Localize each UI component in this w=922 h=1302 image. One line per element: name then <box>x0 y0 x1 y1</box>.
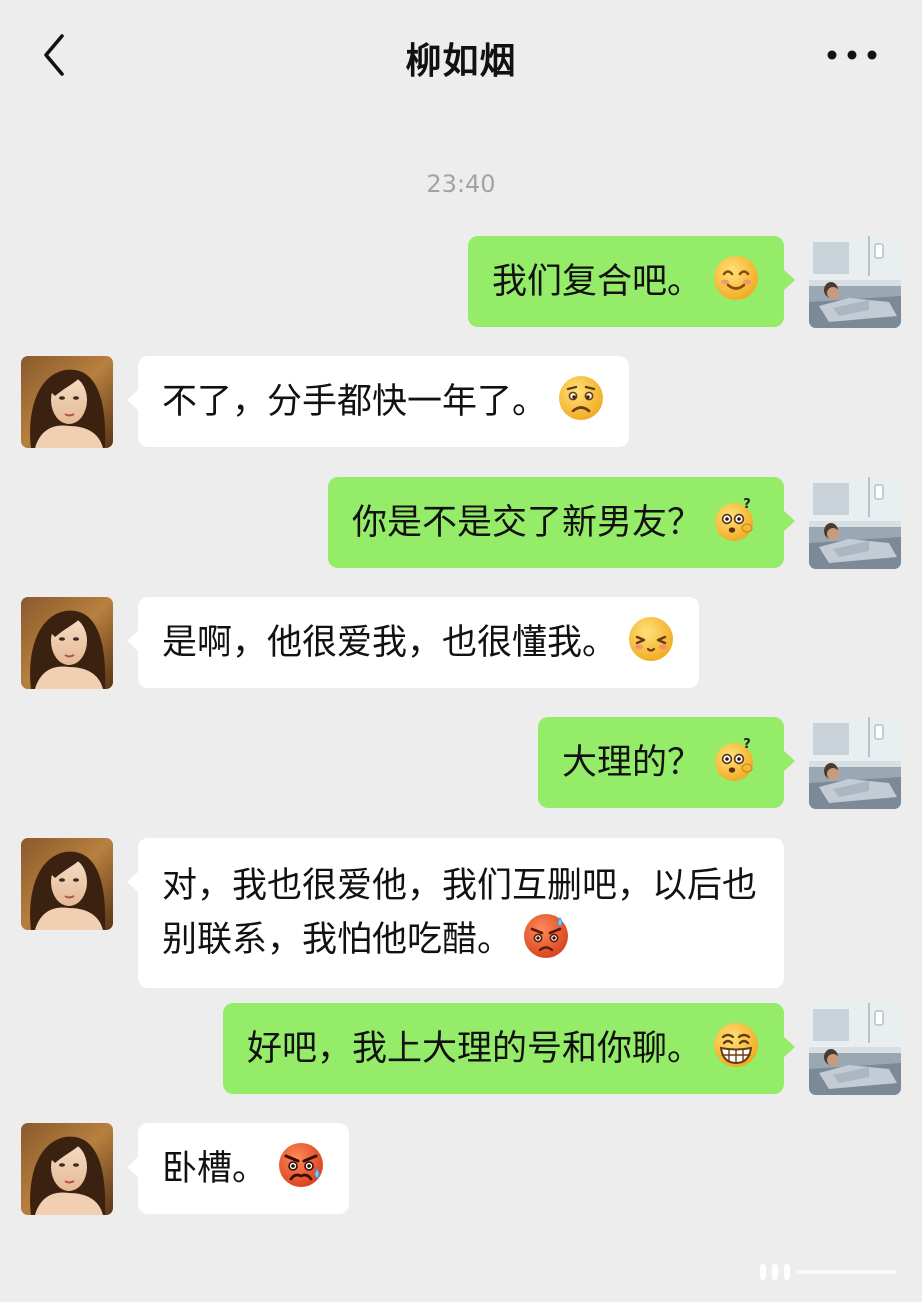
contact-avatar[interactable] <box>21 356 113 448</box>
message-bubble-incoming[interactable]: 不了，分手都快一年了。 <box>126 356 630 447</box>
grinning-face-icon <box>712 1021 760 1069</box>
contact-avatar[interactable] <box>21 838 113 930</box>
message-bubble-outgoing[interactable]: 好吧，我上大理的号和你聊。 <box>222 1003 796 1094</box>
contact-avatar[interactable] <box>21 1123 113 1215</box>
confused-question-face-icon <box>712 495 760 543</box>
message-text: 是啊，他很爱我，也很懂我。 <box>162 623 618 663</box>
bars-watermark-icon <box>760 1264 896 1280</box>
message-bubble-incoming[interactable]: 是啊，他很爱我，也很懂我。 <box>126 597 700 688</box>
chat-header: 柳如烟 <box>0 0 922 115</box>
message-text: 好吧，我上大理的号和你聊。 <box>246 1029 702 1069</box>
message-text: 你是不是交了新男友？ <box>351 503 702 543</box>
my-avatar[interactable] <box>809 717 901 809</box>
message-bubble-outgoing[interactable]: 大理的？ <box>537 717 796 808</box>
angry-face-icon <box>277 1141 325 1189</box>
chat-title: 柳如烟 <box>405 41 517 82</box>
contact-avatar[interactable] <box>21 597 113 689</box>
message-bubble-incoming[interactable]: 对，我也很爱他，我们互删吧，以后也别联系，我怕他吃醋。 <box>127 838 784 988</box>
confused-question-face-icon <box>712 735 760 783</box>
message-bubble-incoming[interactable]: 卧槽。 <box>126 1123 350 1214</box>
smiling-face-icon <box>712 254 760 302</box>
message-bubble-outgoing[interactable]: 我们复合吧。 <box>467 236 796 327</box>
my-avatar[interactable] <box>809 1003 901 1095</box>
message-text: 卧槽。 <box>162 1149 268 1189</box>
message-bubble-outgoing[interactable]: 你是不是交了新男友？ <box>327 477 796 568</box>
message-timestamp: 23:40 <box>426 170 496 198</box>
my-avatar[interactable] <box>809 477 901 569</box>
message-text: 大理的？ <box>561 743 702 783</box>
more-button[interactable] <box>822 40 882 70</box>
message-text: 对，我也很爱他，我们互删吧，以后也别联系，我怕他吃醋。 <box>162 866 758 960</box>
worried-face-icon <box>557 374 605 422</box>
message-text: 我们复合吧。 <box>491 262 702 302</box>
more-dots-icon <box>827 50 877 60</box>
message-text: 不了，分手都快一年了。 <box>162 382 548 422</box>
blissful-face-icon <box>627 615 675 663</box>
my-avatar[interactable] <box>809 236 901 328</box>
angry-sweat-face-icon <box>522 912 570 960</box>
